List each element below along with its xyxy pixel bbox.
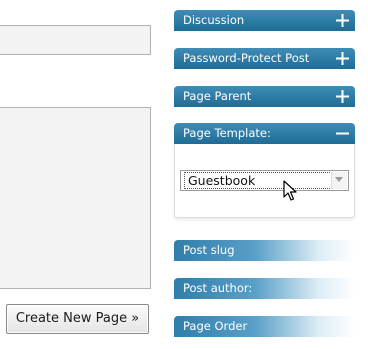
page-template-box-header[interactable]: Page Template: (174, 123, 355, 144)
password-protect-box-header[interactable]: Password-Protect Post (174, 48, 355, 69)
plus-icon[interactable] (336, 14, 349, 27)
page-order-box-header[interactable]: Page Order (174, 316, 355, 337)
arrow-cursor-icon (283, 180, 297, 201)
post-author-box-label: Post author: (183, 281, 253, 295)
post-author-box-header[interactable]: Post author: (174, 278, 355, 299)
post-slug-box-label: Post slug (183, 243, 235, 257)
page-content-editor[interactable] (0, 107, 151, 289)
plus-icon[interactable] (336, 52, 349, 65)
plus-icon[interactable] (336, 90, 349, 103)
select-dropdown-button[interactable] (331, 172, 347, 189)
minus-icon[interactable] (336, 127, 349, 140)
page-parent-box-label: Page Parent (183, 89, 252, 103)
page-template-box-label: Page Template: (183, 126, 271, 140)
discussion-box-label: Discussion (183, 13, 245, 27)
page-editor: Create New Page » Discussion Password-Pr… (0, 0, 368, 349)
password-protect-box-label: Password-Protect Post (183, 51, 310, 65)
page-parent-box-header[interactable]: Page Parent (174, 86, 355, 107)
page-order-box-label: Page Order (183, 319, 248, 333)
post-slug-box-header[interactable]: Post slug (174, 240, 355, 261)
page-template-select[interactable]: Guestbook (180, 170, 349, 191)
create-new-page-button[interactable]: Create New Page » (6, 304, 149, 334)
page-template-selected-value: Guestbook (184, 172, 332, 189)
discussion-box-header[interactable]: Discussion (174, 10, 355, 31)
page-title-input[interactable] (0, 25, 151, 55)
chevron-down-icon (335, 177, 343, 182)
